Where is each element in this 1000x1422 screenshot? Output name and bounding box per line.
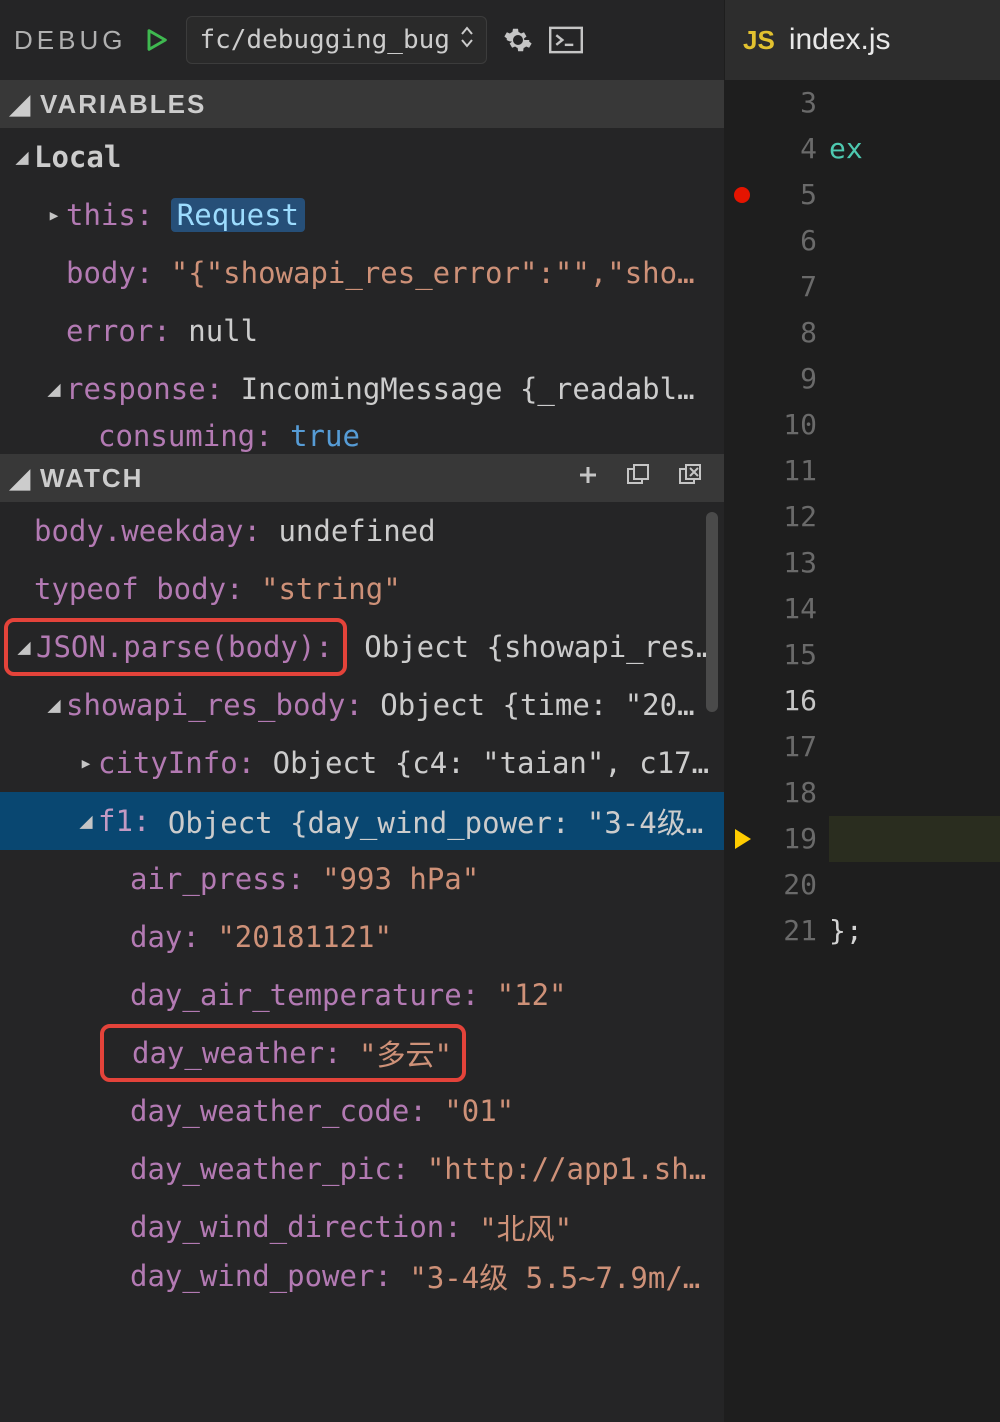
chevron-down-icon: ◢ bbox=[10, 463, 32, 494]
breakpoint-5[interactable] bbox=[725, 172, 759, 218]
breakpoint-column[interactable] bbox=[725, 80, 759, 954]
watch-row[interactable]: day_weather: "多云" bbox=[0, 1024, 724, 1082]
watch-row[interactable]: ◢ showapi_res_body: Object {time: "20… bbox=[0, 676, 724, 734]
watch-row[interactable]: day: "20181121" bbox=[0, 908, 724, 966]
watch-row[interactable]: day_weather_code: "01" bbox=[0, 1082, 724, 1140]
watch-row-selected[interactable]: ◢ f1: Object {day_wind_power: "3-4级… bbox=[0, 792, 724, 850]
js-file-icon: JS bbox=[743, 25, 775, 56]
chevron-down-icon: ◢ bbox=[12, 635, 36, 660]
watch-row[interactable]: body.weekday: undefined bbox=[0, 502, 724, 560]
scrollbar-thumb[interactable] bbox=[706, 512, 718, 712]
highlight-box: ◢ JSON.parse(body): bbox=[4, 618, 347, 676]
chevron-down-icon: ◢ bbox=[10, 145, 34, 170]
var-this[interactable]: ▸ this: Request bbox=[0, 186, 724, 244]
chevron-right-icon: ▸ bbox=[74, 751, 98, 776]
watch-row[interactable]: ◢ JSON.parse(body): Object {showapi_res… bbox=[0, 618, 724, 676]
add-watch-icon[interactable] bbox=[576, 463, 600, 494]
chevron-down-icon: ◢ bbox=[74, 809, 98, 834]
gear-icon[interactable] bbox=[503, 25, 533, 55]
editor-gutter: 3 4 5 6 7 8 9 10 11 12 13 14 15 16 17 18… bbox=[725, 80, 1000, 954]
var-this-value: Request bbox=[171, 198, 305, 232]
tab-filename: index.js bbox=[789, 23, 891, 57]
watch-row[interactable]: ▸ cityInfo: Object {c4: "taian", c17… bbox=[0, 734, 724, 792]
chevron-down-icon: ◢ bbox=[10, 89, 32, 120]
variables-section-header[interactable]: ◢ VARIABLES bbox=[0, 80, 724, 128]
remove-all-icon[interactable] bbox=[678, 463, 704, 494]
var-consuming[interactable]: consuming: true bbox=[0, 418, 724, 454]
scope-label: Local bbox=[34, 140, 121, 174]
var-body[interactable]: body: "{"showapi_res_error":"","sho… bbox=[0, 244, 724, 302]
var-response[interactable]: ◢ response: IncomingMessage {_readabl… bbox=[0, 360, 724, 418]
line-number-column: 3 4 5 6 7 8 9 10 11 12 13 14 15 16 17 18… bbox=[759, 80, 829, 954]
watch-row[interactable]: air_press: "993 hPa" bbox=[0, 850, 724, 908]
highlight-box: day_weather: "多云" bbox=[100, 1024, 466, 1082]
debug-toolbar: DEBUG fc/debugging_bug bbox=[0, 0, 724, 80]
start-debug-icon[interactable] bbox=[142, 26, 170, 54]
variables-title: VARIABLES bbox=[40, 89, 206, 120]
scope-local[interactable]: ◢ Local bbox=[0, 128, 724, 186]
editor-tab[interactable]: JS index.js bbox=[725, 0, 1000, 80]
debug-label: DEBUG bbox=[14, 25, 126, 56]
watch-row[interactable]: day_air_temperature: "12" bbox=[0, 966, 724, 1024]
chevron-down-icon: ◢ bbox=[42, 377, 66, 402]
code-column[interactable]: ex }; bbox=[829, 80, 1000, 954]
caret-updown-icon bbox=[460, 25, 474, 55]
watch-title: WATCH bbox=[40, 463, 143, 494]
chevron-right-icon: ▸ bbox=[42, 203, 66, 228]
watch-row[interactable]: day_wind_power: "3-4级 5.5~7.9m/… bbox=[0, 1256, 724, 1296]
var-error[interactable]: error: null bbox=[0, 302, 724, 360]
current-line-marker bbox=[725, 816, 759, 862]
chevron-down-icon: ◢ bbox=[42, 693, 66, 718]
watch-row[interactable]: day_wind_direction: "北风" bbox=[0, 1198, 724, 1256]
debug-config-name: fc/debugging_bug bbox=[199, 25, 449, 55]
watch-section-header[interactable]: ◢ WATCH bbox=[0, 454, 724, 502]
watch-row[interactable]: day_weather_pic: "http://app1.sh… bbox=[0, 1140, 724, 1198]
debug-config-select[interactable]: fc/debugging_bug bbox=[186, 16, 486, 64]
watch-row[interactable]: typeof body: "string" bbox=[0, 560, 724, 618]
collapse-all-icon[interactable] bbox=[626, 463, 652, 494]
debug-console-icon[interactable] bbox=[549, 26, 583, 54]
